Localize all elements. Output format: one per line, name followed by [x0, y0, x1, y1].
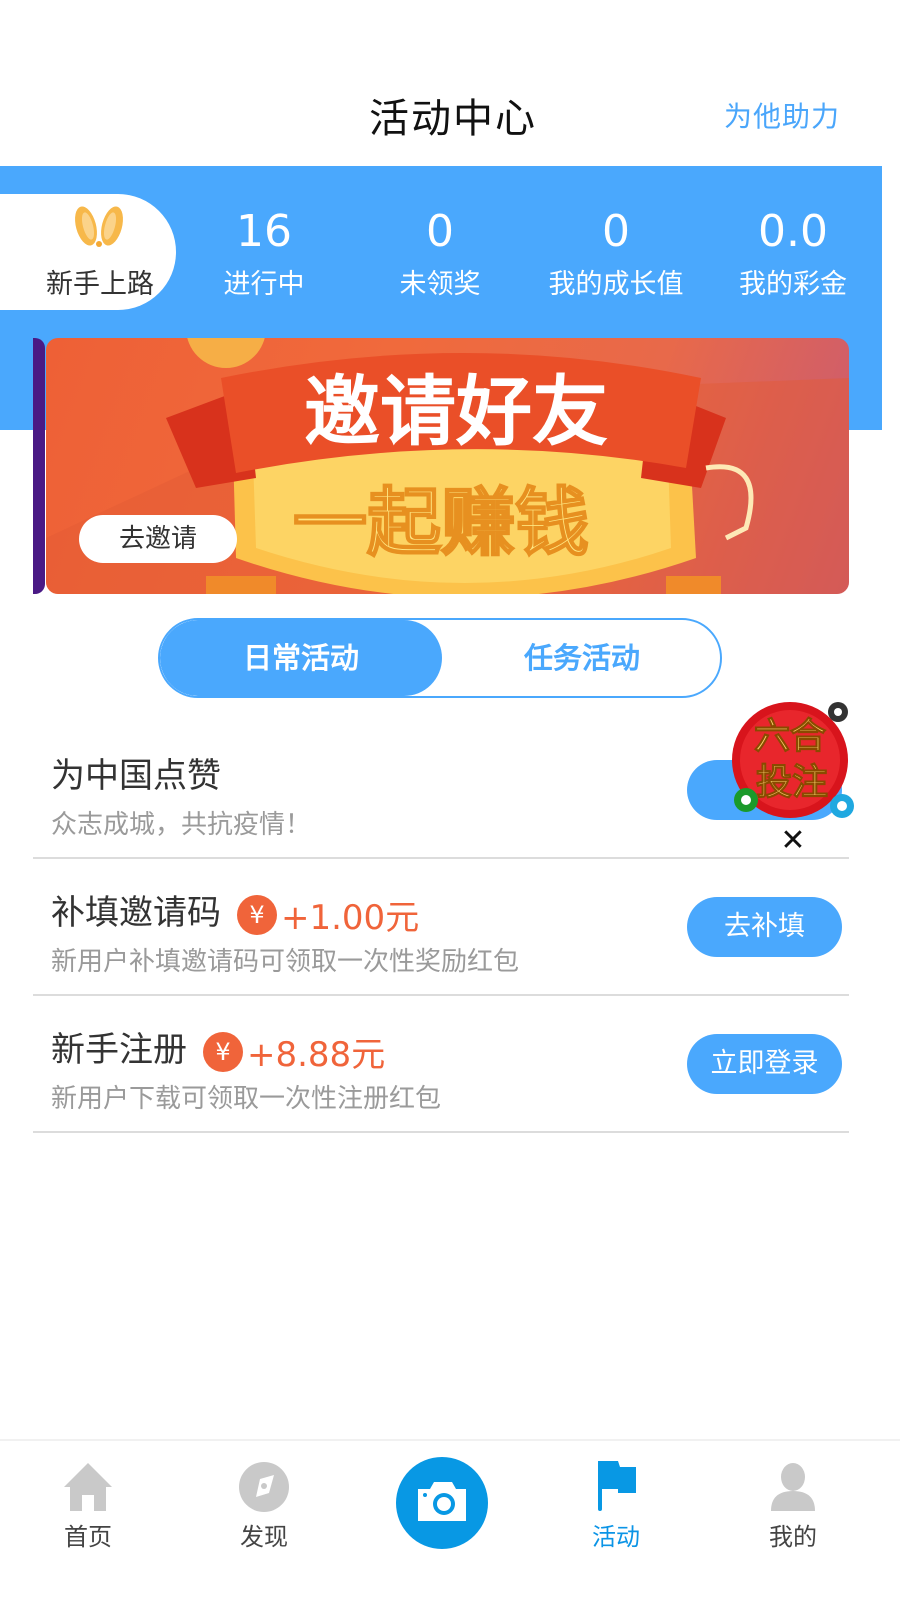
user-icon: [771, 1463, 815, 1511]
tab-label: 首页: [64, 1523, 112, 1551]
laurel-wreath-icon: [75, 206, 123, 247]
fill-invite-code-button[interactable]: 去补填: [687, 897, 842, 957]
stat-growth[interactable]: 0 我的成长值: [528, 206, 704, 301]
close-ad-icon[interactable]: ✕: [776, 824, 810, 858]
camera-icon: [418, 1482, 466, 1521]
login-now-button[interactable]: 立即登录: [687, 1034, 842, 1094]
activity-title: 新手注册: [51, 1030, 187, 1070]
activity-type-tabs: 日常活动 任务活动: [158, 618, 722, 698]
activity-title-line: 新手注册 ¥ +8.88元: [51, 1022, 385, 1076]
lottery-ad-icon: 六合 投注: [732, 702, 854, 818]
banner-headline: 邀请好友: [304, 367, 608, 456]
tab-home[interactable]: 首页: [0, 1441, 176, 1600]
tab-daily-activities[interactable]: 日常活动: [160, 620, 442, 696]
activity-title-line: 补填邀请码 ¥ +1.00元: [51, 885, 419, 939]
floating-lottery-ad[interactable]: 六合 投注: [728, 698, 860, 824]
newbie-label: 新手上路: [46, 269, 154, 300]
header: 活动中心 为他助力: [0, 0, 900, 166]
stat-value: 0: [426, 206, 454, 257]
stat-value: 16: [236, 206, 292, 257]
list-item: 补填邀请码 ¥ +1.00元 新用户补填邀请码可领取一次性奖励红包 去补填: [33, 859, 849, 996]
list-item: 为中国点赞 众志成城，共抗疫情！ 去: [33, 722, 849, 859]
tab-mine[interactable]: 我的: [705, 1441, 881, 1600]
stat-bonus[interactable]: 0.0 我的彩金: [705, 206, 881, 301]
banner-subline: 一起赚钱: [293, 480, 589, 566]
banner-prev-slide[interactable]: [33, 338, 45, 594]
reward-badge: ¥ +8.88元: [203, 1027, 385, 1076]
tab-task-activities[interactable]: 任务活动: [442, 620, 720, 696]
stat-in-progress[interactable]: 16 进行中: [176, 206, 352, 301]
tab-label: 发现: [240, 1523, 288, 1551]
tab-discover[interactable]: 发现: [176, 1441, 352, 1600]
stat-unclaimed[interactable]: 0 未领奖: [352, 206, 528, 301]
camera-button[interactable]: [396, 1457, 488, 1549]
tab-label: 活动: [592, 1523, 640, 1551]
activity-desc: 新用户补填邀请码可领取一次性奖励红包: [51, 947, 520, 977]
help-him-link[interactable]: 为他助力: [724, 95, 840, 135]
home-icon: [64, 1463, 112, 1511]
reward-badge: ¥ +1.00元: [237, 890, 419, 939]
ad-line2: 投注: [756, 762, 828, 803]
yen-icon: ¥: [237, 894, 277, 935]
reward-amount: +1.00元: [281, 898, 420, 938]
activity-title: 补填邀请码: [51, 893, 221, 933]
stat-label: 我的彩金: [739, 269, 847, 300]
ad-line1: 六合: [754, 716, 826, 757]
list-item: 新手注册 ¥ +8.88元 新用户下载可领取一次性注册红包 立即登录: [33, 996, 849, 1133]
yen-icon: ¥: [203, 1031, 243, 1072]
newbie-badge[interactable]: 新手上路: [0, 194, 176, 310]
tab-label: 我的: [769, 1523, 817, 1551]
stat-label: 进行中: [223, 269, 305, 300]
go-invite-button[interactable]: 去邀请: [79, 515, 237, 563]
flag-icon: [598, 1461, 636, 1511]
stat-label: 未领奖: [399, 269, 481, 300]
stat-label: 我的成长值: [548, 269, 684, 300]
activity-title: 为中国点赞: [51, 756, 221, 796]
stat-value: 0.0: [758, 206, 828, 257]
stat-value: 0: [602, 206, 630, 257]
tab-activities[interactable]: 活动: [528, 1441, 704, 1600]
reward-amount: +8.88元: [247, 1035, 386, 1075]
activity-desc: 新用户下载可领取一次性注册红包: [51, 1084, 442, 1114]
compass-icon: [239, 1462, 289, 1512]
activity-desc: 众志成城，共抗疫情！: [51, 810, 312, 840]
